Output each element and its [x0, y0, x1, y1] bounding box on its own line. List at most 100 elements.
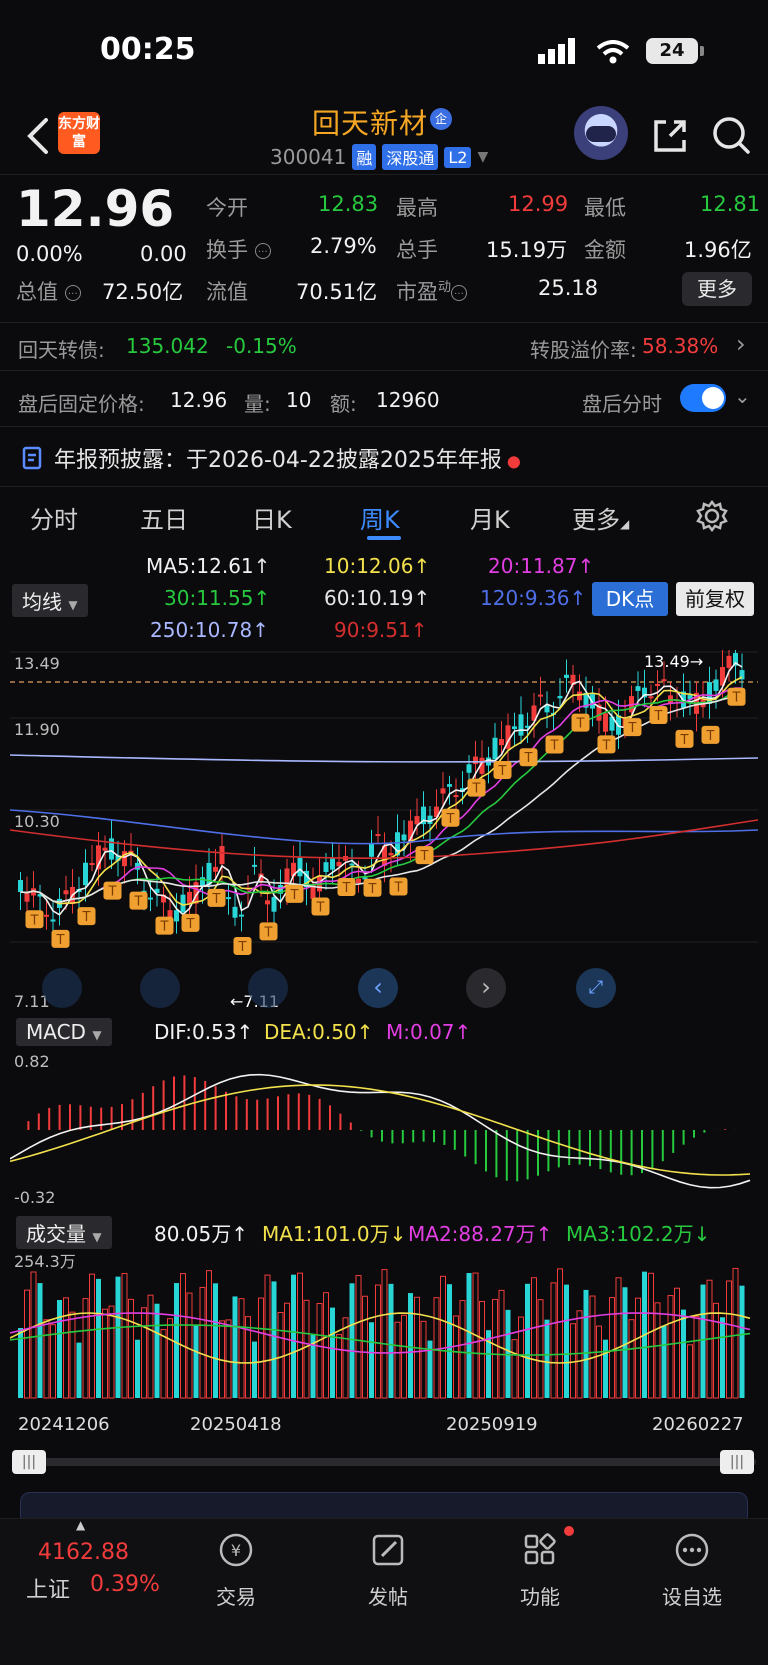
- volume-bar: [693, 1315, 700, 1399]
- notification-dot: [564, 1526, 574, 1536]
- adjust-button[interactable]: 前复权: [676, 582, 754, 616]
- k-line-chart[interactable]: T T T T T T T T T T T T T T T T T T T T T T T T T T T T: [10, 650, 758, 1014]
- active-tab-indicator: [367, 536, 401, 540]
- tab-monthly-k[interactable]: 月K: [470, 500, 510, 535]
- chart-next-button[interactable]: ›: [466, 968, 506, 1008]
- candle-body: [44, 914, 49, 917]
- volume-bar: [420, 1320, 427, 1399]
- range-handle-left[interactable]: |||: [12, 1450, 46, 1474]
- volume-bar: [297, 1272, 303, 1399]
- candle-body: [63, 890, 69, 895]
- nav-functions[interactable]: 功能: [490, 1524, 590, 1610]
- tab-five-day[interactable]: 五日: [140, 500, 188, 535]
- macd-selector[interactable]: MACD ▼: [16, 1018, 112, 1046]
- volume-bar: [381, 1269, 388, 1399]
- volume-bar: [141, 1307, 147, 1399]
- range-scrollbar[interactable]: [12, 1458, 756, 1466]
- volume-current: 80.05万↑: [154, 1222, 249, 1246]
- nav-trade[interactable]: ¥ 交易: [186, 1524, 286, 1610]
- t-marker-label: T: [108, 885, 117, 900]
- candle-body: [557, 695, 563, 699]
- volume-bar: [147, 1294, 154, 1399]
- volume-bar: [167, 1318, 173, 1399]
- chevron-right-icon[interactable]: ›: [736, 330, 746, 358]
- volume-bar: [713, 1302, 719, 1399]
- t-marker-label: T: [394, 881, 403, 896]
- high-label: 最高: [396, 196, 438, 220]
- chart-prev-button[interactable]: ‹: [358, 968, 398, 1008]
- nav-add-watchlist[interactable]: 设自选: [642, 1524, 742, 1610]
- tab-weekly-k[interactable]: 周K: [360, 500, 400, 535]
- change-value: 0.00: [140, 242, 187, 266]
- t-marker-label: T: [550, 739, 559, 754]
- status-time: 00:25: [100, 32, 196, 67]
- chart-nav-bubble: [140, 968, 180, 1008]
- volume-bar: [355, 1275, 362, 1399]
- battery-indicator: 24: [646, 38, 698, 64]
- candle-body: [466, 764, 472, 773]
- chevron-down-icon[interactable]: ▼: [477, 149, 488, 165]
- back-icon[interactable]: [22, 116, 58, 156]
- volume-bar: [537, 1299, 544, 1399]
- volume-bar: [121, 1272, 128, 1399]
- index-value[interactable]: 4162.88: [38, 1540, 129, 1565]
- open-value: 12.83: [318, 192, 379, 216]
- ma20-legend: 20:11.87↑: [488, 554, 595, 578]
- volume-chart[interactable]: [10, 1248, 758, 1408]
- volume-bar: [57, 1300, 62, 1398]
- chevron-down-icon[interactable]: ⌄: [734, 384, 751, 408]
- macd-chart[interactable]: [10, 1050, 758, 1210]
- tab-more[interactable]: 更多◢: [572, 500, 629, 535]
- candle-body: [239, 914, 244, 917]
- ma-selector[interactable]: 均线 ▼: [12, 584, 88, 617]
- volume-bar: [115, 1276, 121, 1398]
- t-marker-label: T: [706, 729, 715, 744]
- volume-bar: [459, 1300, 466, 1399]
- candle-body: [726, 655, 732, 668]
- chart-nav-bubble: [248, 968, 288, 1008]
- index-name[interactable]: 上证: [26, 1572, 70, 1604]
- ma250-line: [10, 754, 758, 763]
- volume-selector[interactable]: 成交量 ▼: [16, 1216, 112, 1249]
- candle-body: [356, 878, 361, 884]
- volume-bar: [225, 1319, 232, 1399]
- volume-bar: [681, 1309, 686, 1398]
- volume-bar: [732, 1267, 739, 1399]
- more-button[interactable]: 更多: [682, 272, 752, 306]
- volume-bar: [232, 1296, 238, 1398]
- volume-bar: [238, 1298, 245, 1399]
- share-icon[interactable]: [650, 116, 690, 156]
- volume-bar: [447, 1284, 452, 1398]
- t-marker-label: T: [732, 691, 741, 706]
- candle-body: [18, 880, 23, 892]
- candle-body: [200, 877, 205, 886]
- volume-bar: [323, 1292, 329, 1399]
- volume-bar: [564, 1284, 569, 1398]
- volume-bar: [316, 1303, 323, 1399]
- notice-text[interactable]: 年报预披露：于2026-04-22披露2025年年报 ●: [54, 442, 521, 474]
- dk-point-button[interactable]: DK点: [592, 582, 668, 616]
- t-marker-label: T: [30, 913, 39, 928]
- bond-price: 135.042: [126, 334, 209, 358]
- volume-bar: [628, 1319, 635, 1399]
- t-marker-label: T: [368, 882, 377, 897]
- tab-daily-k[interactable]: 日K: [252, 500, 292, 535]
- volume-bar: [440, 1275, 446, 1399]
- search-icon[interactable]: [710, 114, 752, 156]
- volume-bar: [76, 1342, 82, 1398]
- index-change[interactable]: 0.39%: [90, 1572, 160, 1597]
- volume-bar: [264, 1274, 271, 1399]
- nav-post[interactable]: 发帖: [338, 1524, 438, 1610]
- candle-body: [323, 862, 329, 873]
- tab-intraday[interactable]: 分时: [30, 500, 78, 535]
- t-marker-label: T: [82, 910, 91, 925]
- settings-gear-icon[interactable]: [696, 500, 728, 532]
- volume-bar: [654, 1302, 661, 1399]
- volume-bar: [394, 1321, 401, 1399]
- range-handle-right[interactable]: |||: [720, 1450, 754, 1474]
- candle-body: [265, 900, 270, 905]
- volume-bar: [622, 1287, 628, 1398]
- chart-expand-icon[interactable]: ⤢: [576, 968, 616, 1008]
- after-hours-amt-label: 额:: [330, 392, 357, 416]
- after-hours-vol-label: 量:: [244, 392, 271, 416]
